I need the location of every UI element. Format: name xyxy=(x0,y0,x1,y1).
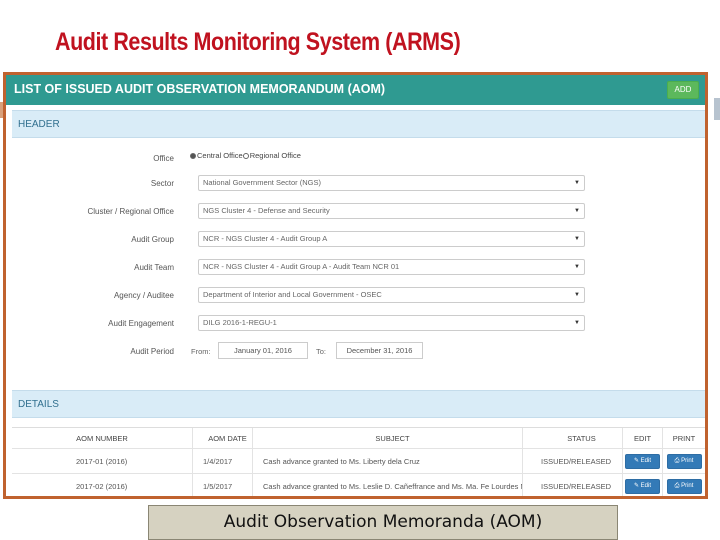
chevron-down-icon: ▼ xyxy=(574,236,580,242)
accent-bar-right xyxy=(714,98,720,120)
table-header-row: AOM NUMBER AOM DATE SUBJECT STATUS EDIT … xyxy=(12,428,705,449)
central-office-radio[interactable] xyxy=(190,153,196,160)
print-button[interactable]: ⎙ Print xyxy=(666,478,702,494)
audit-group-select[interactable]: NCR - NGS Cluster 4 - Audit Group A ▼ xyxy=(198,231,585,247)
edit-cell: ✎ Edit xyxy=(622,449,662,473)
aom-subject: Cash advance granted to Ms. Liberty dela… xyxy=(252,449,522,473)
cluster-select[interactable]: NGS Cluster 4 - Defense and Security ▼ xyxy=(198,203,585,219)
print-button[interactable]: ⎙ Print xyxy=(666,453,702,469)
engagement-label: Audit Engagement xyxy=(108,319,174,328)
office-label: Office xyxy=(153,154,174,163)
sector-value: National Government Sector (NGS) xyxy=(203,178,321,187)
audit-team-label: Audit Team xyxy=(134,263,174,272)
engagement-value: DILG 2016-1-REGU-1 xyxy=(203,318,277,327)
period-to-input[interactable]: December 31, 2016 xyxy=(336,342,423,359)
agency-label: Agency / Auditee xyxy=(113,291,174,300)
sector-label: Sector xyxy=(150,179,174,188)
aom-status: ISSUED/RELEASED xyxy=(522,449,622,473)
aom-number: 2017-02 (2016) xyxy=(76,481,128,491)
col-aom-date: AOM DATE xyxy=(192,428,252,448)
audit-period-label: Audit Period xyxy=(130,347,174,356)
col-aom-number: AOM NUMBER xyxy=(76,433,128,443)
aom-date: 1/5/2017 xyxy=(192,474,252,496)
audit-team-select[interactable]: NCR - NGS Cluster 4 - Audit Group A - Au… xyxy=(198,259,585,275)
chevron-down-icon: ▼ xyxy=(574,292,580,298)
sector-select[interactable]: National Government Sector (NGS) ▼ xyxy=(198,175,585,191)
cluster-label: Cluster / Regional Office xyxy=(87,207,174,216)
header-section-bar: HEADER xyxy=(12,110,705,138)
slide-caption: Audit Observation Memoranda (AOM) xyxy=(223,512,543,532)
print-button-label: Print xyxy=(681,457,694,464)
slide-title: Audit Results Monitoring System (ARMS) xyxy=(55,28,461,56)
caption-box: Audit Observation Memoranda (AOM) xyxy=(148,505,618,540)
audit-team-value: NCR - NGS Cluster 4 - Audit Group A - Au… xyxy=(203,262,400,271)
aom-status: ISSUED/RELEASED xyxy=(522,474,622,496)
aom-number: 2017-01 (2016) xyxy=(76,456,128,466)
print-cell: ⎙ Print xyxy=(662,449,705,473)
audit-group-label: Audit Group xyxy=(131,235,174,244)
aom-date: 1/4/2017 xyxy=(192,449,252,473)
edit-cell: ✎ Edit xyxy=(622,474,662,496)
col-edit: EDIT xyxy=(622,428,662,448)
aom-subject: Cash advance granted to Ms. Leslie D. Ca… xyxy=(252,474,522,496)
agency-select[interactable]: Department of Interior and Local Governm… xyxy=(198,287,585,303)
col-subject: SUBJECT xyxy=(252,428,522,448)
screenshot-frame: LIST OF ISSUED AUDIT OBSERVATION MEMORAN… xyxy=(3,72,708,499)
period-to-label: To: xyxy=(316,347,327,356)
central-office-label: Central Office xyxy=(197,151,243,160)
audit-group-value: NCR - NGS Cluster 4 - Audit Group A xyxy=(203,234,328,243)
aom-table: AOM NUMBER AOM DATE SUBJECT STATUS EDIT … xyxy=(12,427,705,496)
chevron-down-icon: ▼ xyxy=(574,180,580,186)
cluster-value: NGS Cluster 4 - Defense and Security xyxy=(203,206,330,215)
edit-button-label: Edit xyxy=(640,482,652,489)
edit-button[interactable]: ✎ Edit xyxy=(625,453,660,469)
agency-value: Department of Interior and Local Governm… xyxy=(203,290,382,299)
print-button-label: Print xyxy=(681,482,694,489)
app-header-bar: LIST OF ISSUED AUDIT OBSERVATION MEMORAN… xyxy=(6,75,705,105)
page-title: LIST OF ISSUED AUDIT OBSERVATION MEMORAN… xyxy=(14,82,386,96)
regional-office-radio[interactable] xyxy=(242,153,249,160)
edit-button-label: Edit xyxy=(640,457,652,464)
add-button[interactable]: ADD xyxy=(667,81,699,99)
regional-office-label: Regional Office xyxy=(249,151,301,160)
table-row: 2017-02 (2016) 1/5/2017 Cash advance gra… xyxy=(12,474,705,496)
details-section-bar: DETAILS xyxy=(12,390,705,418)
chevron-down-icon: ▼ xyxy=(574,264,580,270)
office-radio-group: Central Office Regional Office xyxy=(190,151,301,160)
period-from-label: From: xyxy=(191,347,211,356)
table-row: 2017-01 (2016) 1/4/2017 Cash advance gra… xyxy=(12,449,705,474)
col-status: STATUS xyxy=(522,428,622,448)
chevron-down-icon: ▼ xyxy=(574,208,580,214)
chevron-down-icon: ▼ xyxy=(574,320,580,326)
edit-button[interactable]: ✎ Edit xyxy=(625,478,660,494)
engagement-select[interactable]: DILG 2016-1-REGU-1 ▼ xyxy=(198,315,585,331)
period-from-input[interactable]: January 01, 2016 xyxy=(218,342,308,359)
col-print: PRINT xyxy=(662,428,705,448)
print-cell: ⎙ Print xyxy=(662,474,705,496)
